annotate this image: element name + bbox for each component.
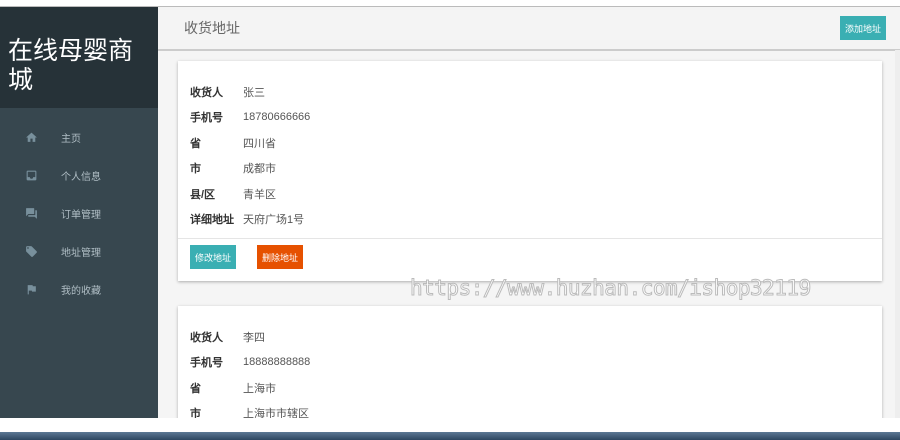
- address-row-province: 省 上海市: [190, 375, 872, 401]
- field-value: 成都市: [243, 163, 276, 176]
- sidebar-item-home[interactable]: 主页: [0, 118, 158, 156]
- field-value: 18888888888: [243, 356, 311, 369]
- tag-icon: [26, 245, 37, 257]
- sidebar-item-orders[interactable]: 订单管理: [0, 194, 158, 232]
- scrollbar[interactable]: [895, 50, 900, 418]
- field-value: 上海市市辖区: [243, 408, 309, 418]
- main-content: 收货地址 添加地址 收货人 张三 手机号 18780666666 省 四川省 市 成都市…: [158, 7, 900, 418]
- field-value: 四川省: [243, 137, 276, 150]
- address-row-detail: 详细地址 天府广场1号: [190, 207, 872, 233]
- field-label: 县/区: [190, 188, 216, 201]
- address-row-city: 市 上海市市辖区: [190, 401, 872, 418]
- delete-address-button[interactable]: 删除地址: [257, 245, 303, 269]
- address-row-city: 市 成都市: [190, 156, 872, 182]
- brand-title: 在线母婴商城: [0, 7, 158, 108]
- field-label: 详细地址: [190, 214, 234, 227]
- window-top-edge: [0, 0, 900, 7]
- sidebar-item-addresses[interactable]: 地址管理: [0, 232, 158, 270]
- field-label: 市: [190, 408, 201, 418]
- address-row-name: 收货人 李四: [190, 324, 872, 350]
- field-label: 省: [190, 137, 201, 150]
- card-actions: 修改地址 删除地址: [178, 238, 882, 281]
- sidebar-item-label: 主页: [61, 133, 81, 145]
- address-card: 收货人 张三 手机号 18780666666 省 四川省 市 成都市 县/区 青羊区 详细…: [178, 61, 882, 281]
- page-title: 收货地址: [184, 20, 240, 36]
- sidebar-item-profile[interactable]: 个人信息: [0, 156, 158, 194]
- field-value: 张三: [243, 86, 265, 99]
- field-value: 李四: [243, 331, 265, 344]
- add-address-button[interactable]: 添加地址: [840, 16, 886, 40]
- field-value: 18780666666: [243, 111, 311, 124]
- field-label: 收货人: [190, 86, 223, 99]
- sidebar-item-label: 个人信息: [61, 171, 101, 183]
- field-label: 市: [190, 163, 201, 176]
- watermark: https://www.huzhan.com/ishop32119: [410, 276, 812, 301]
- edit-address-button[interactable]: 修改地址: [190, 245, 236, 269]
- page-header: 收货地址 添加地址: [158, 7, 900, 51]
- home-icon: [26, 132, 37, 142]
- forum-icon: [26, 207, 37, 219]
- field-label: 手机号: [190, 112, 223, 125]
- field-label: 手机号: [190, 357, 223, 370]
- field-value: 上海市: [243, 382, 276, 395]
- sidebar-item-label: 我的收藏: [61, 285, 101, 297]
- field-value: 天府广场1号: [243, 214, 305, 227]
- address-row-district: 县/区 青羊区: [190, 181, 872, 207]
- inbox-icon: [26, 170, 37, 180]
- sidebar-item-favorites[interactable]: 我的收藏: [0, 270, 158, 308]
- sidebar-nav: 主页 个人信息 订单管理 地址管理 我的收藏: [0, 108, 158, 308]
- field-label: 省: [190, 382, 201, 395]
- address-card: 收货人 李四 手机号 18888888888 省 上海市 市 上海市市辖区: [178, 306, 882, 418]
- field-label: 收货人: [190, 331, 223, 344]
- os-taskbar: [0, 432, 900, 440]
- sidebar-item-label: 订单管理: [61, 209, 101, 221]
- address-row-name: 收货人 张三: [190, 79, 872, 105]
- address-row-phone: 手机号 18888888888: [190, 350, 872, 376]
- address-row-phone: 手机号 18780666666: [190, 105, 872, 131]
- address-row-province: 省 四川省: [190, 130, 872, 156]
- flag-icon: [27, 284, 36, 294]
- sidebar: 在线母婴商城 主页 个人信息 订单管理 地址管理 我的收藏: [0, 7, 158, 418]
- field-value: 青羊区: [243, 188, 276, 201]
- sidebar-item-label: 地址管理: [61, 247, 101, 259]
